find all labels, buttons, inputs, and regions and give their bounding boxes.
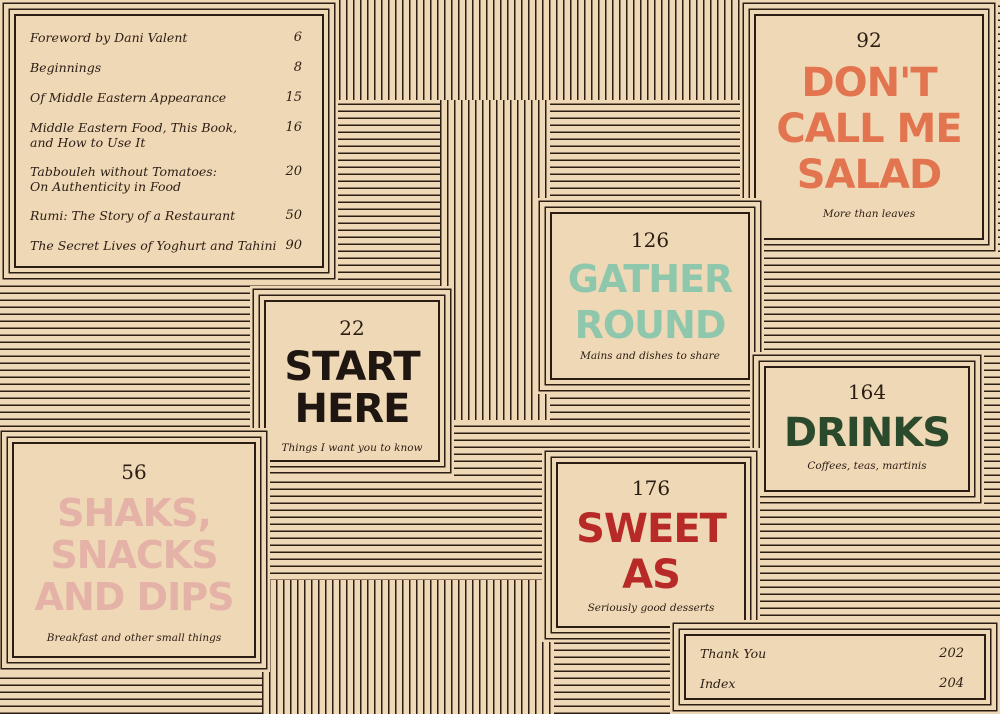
toc-entry-title: Beginnings <box>30 60 102 75</box>
toc-entry-page: 20 <box>285 164 302 179</box>
chapter-start-here[interactable]: 22 Start Here Things I want you to know <box>264 300 440 462</box>
toc-entry-title: Of Middle Eastern Appearance <box>30 90 227 105</box>
toc-entry-page: 50 <box>285 208 302 223</box>
chapter-title: Drinks <box>783 410 951 456</box>
chapter-subtitle: Coffees, teas, martinis <box>807 460 927 472</box>
toc-entry-title: Thank You <box>700 646 767 661</box>
contents-box: Foreword by Dani Valent 6 Beginnings 8 O… <box>14 14 324 268</box>
toc-entry-title: Rumi: The Story of a Restaurant <box>30 208 236 223</box>
toc-entry-page: 204 <box>939 676 964 691</box>
chapter-page-number: 22 <box>339 316 365 340</box>
toc-entry[interactable]: Thank You 202 <box>700 646 964 661</box>
chapter-gather-round[interactable]: 126 Gather Round Mains and dishes to sha… <box>550 212 750 380</box>
toc-entry[interactable]: The Secret Lives of Yoghurt and Tahini 9… <box>30 238 302 253</box>
chapter-drinks[interactable]: 164 Drinks Coffees, teas, martinis <box>764 366 970 492</box>
chapter-subtitle: Breakfast and other small things <box>46 632 222 644</box>
chapter-page-number: 56 <box>121 460 147 484</box>
toc-entry-title: Index <box>700 676 736 691</box>
chapter-subtitle: More than leaves <box>822 208 916 220</box>
chapter-sweet-as[interactable]: 176 Sweet As Seriously good desserts <box>556 462 746 628</box>
toc-entry[interactable]: Index 204 <box>700 676 964 691</box>
chapter-page-number: 164 <box>847 380 887 404</box>
chapter-page-number: 176 <box>631 476 671 500</box>
chapter-title: Gather Round <box>567 257 734 347</box>
toc-entry-page: 202 <box>939 646 964 661</box>
chapter-page-number: 92 <box>856 28 882 52</box>
chapter-shaks-snacks-dips[interactable]: 56 Shaks, Snacks and Dips Breakfast and … <box>12 442 256 658</box>
maze-vertical-bottom <box>262 580 554 714</box>
toc-entry[interactable]: Tabbouleh without Tomatoes: On Authentic… <box>30 164 302 194</box>
maze-vertical-top <box>332 0 752 100</box>
toc-entry-page: 16 <box>285 120 302 135</box>
toc-entry[interactable]: Middle Eastern Food, This Book, and How … <box>30 120 302 150</box>
chapter-title: Don't Call Me Salad <box>776 60 962 198</box>
toc-entry-title: Foreword by Dani Valent <box>30 30 188 45</box>
toc-entry-page: 90 <box>285 238 302 253</box>
toc-entry[interactable]: Foreword by Dani Valent 6 <box>30 30 302 45</box>
chapter-title: Start Here <box>284 344 420 432</box>
toc-entry-page: 6 <box>293 30 302 45</box>
chapter-subtitle: Mains and dishes to share <box>580 350 720 362</box>
chapter-subtitle: Things I want you to know <box>281 442 423 454</box>
chapter-title: Sweet As <box>576 506 727 598</box>
toc-entry-title: The Secret Lives of Yoghurt and Tahini <box>30 238 277 253</box>
toc-entry-title: Tabbouleh without Tomatoes: On Authentic… <box>30 164 217 194</box>
end-matter-box: Thank You 202 Index 204 <box>684 634 986 700</box>
toc-entry-title: Middle Eastern Food, This Book, and How … <box>30 120 238 150</box>
toc-entry-page: 15 <box>285 90 302 105</box>
chapter-subtitle: Seriously good desserts <box>587 602 715 614</box>
chapter-title: Shaks, Snacks and Dips <box>34 491 235 619</box>
chapter-dont-call-me-salad[interactable]: 92 Don't Call Me Salad More than leaves <box>754 14 984 240</box>
chapter-page-number: 126 <box>630 228 670 252</box>
maze-vertical-mid <box>440 100 550 420</box>
toc-entry[interactable]: Beginnings 8 <box>30 60 302 75</box>
toc-entry[interactable]: Of Middle Eastern Appearance 15 <box>30 90 302 105</box>
toc-entry-page: 8 <box>293 60 302 75</box>
toc-entry[interactable]: Rumi: The Story of a Restaurant 50 <box>30 208 302 223</box>
